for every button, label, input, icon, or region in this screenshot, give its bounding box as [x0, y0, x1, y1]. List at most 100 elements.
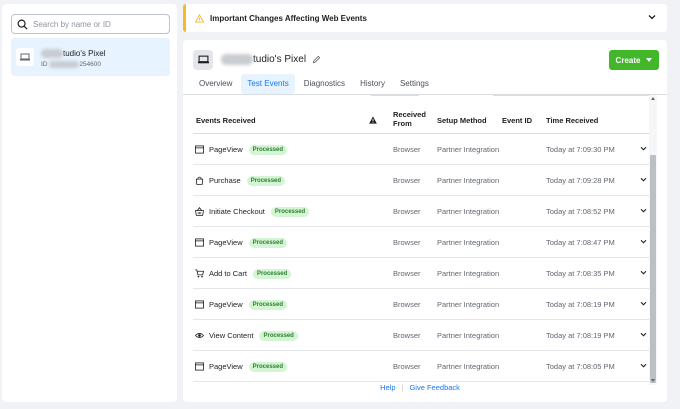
event-cell: PageView Processed: [195, 134, 287, 165]
time-received-cell: Today at 7:08:52 PM: [546, 207, 615, 216]
chevron-down-icon[interactable]: [640, 332, 647, 337]
status-badge: Processed: [248, 361, 287, 372]
tab-diagnostics[interactable]: Diagnostics: [298, 74, 351, 94]
pixel-icon: [16, 48, 34, 66]
status-badge: Processed: [259, 330, 298, 341]
event-cell: Purchase Processed: [195, 165, 286, 196]
pixel-list-panel: tudio's Pixel ID 254600: [2, 4, 177, 402]
cart-icon: [195, 269, 204, 278]
table-row[interactable]: View Content Processed Browser Partner I…: [193, 320, 651, 351]
time-received-cell: Today at 7:08:05 PM: [546, 362, 615, 371]
divider: [577, 95, 651, 96]
chevron-down-icon[interactable]: [648, 14, 656, 20]
event-name: PageView: [209, 145, 243, 154]
setup-method-cell: Partner Integration: [437, 331, 500, 340]
chevron-down-icon[interactable]: [640, 146, 647, 151]
pixel-icon: [193, 50, 213, 70]
tab-test-events[interactable]: Test Events: [241, 74, 295, 94]
event-name: View Content: [209, 331, 254, 340]
event-cell: View Content Processed: [195, 320, 298, 351]
events-table: Events Received Received From Setup Metho…: [193, 95, 651, 395]
time-received-cell: Today at 7:08:35 PM: [546, 269, 615, 278]
status-badge: Processed: [246, 175, 286, 186]
scroll-down-arrow[interactable]: [651, 379, 655, 382]
chevron-down-icon[interactable]: [640, 301, 647, 306]
time-received-cell: Today at 7:09:28 PM: [546, 176, 615, 185]
footer-separator: |: [401, 383, 404, 392]
chevron-down-icon[interactable]: [640, 363, 647, 368]
received-from-cell: Browser: [393, 331, 421, 340]
chevron-down-icon[interactable]: [640, 239, 647, 244]
page-title: tudio's Pixel: [221, 54, 321, 65]
table-row[interactable]: PageView Processed Browser Partner Integ…: [193, 289, 651, 320]
scrollbar-thumb[interactable]: [650, 155, 656, 383]
status-badge: Processed: [248, 237, 287, 248]
warning-icon: [195, 13, 204, 23]
bag-icon: [195, 176, 204, 185]
give-feedback-link[interactable]: Give Feedback: [409, 383, 459, 392]
column-event-id: Event ID: [502, 116, 533, 125]
time-received-cell: Today at 7:08:19 PM: [546, 331, 615, 340]
pixel-name: tudio's Pixel: [41, 49, 105, 59]
chevron-down-icon[interactable]: [640, 208, 647, 213]
tab-bar: Overview Test Events Diagnostics History…: [193, 74, 438, 94]
chevron-down-icon[interactable]: [640, 177, 647, 182]
redacted-text: [41, 49, 63, 59]
table-row[interactable]: Initiate Checkout Processed Browser Part…: [193, 196, 651, 227]
help-link[interactable]: Help: [380, 383, 395, 392]
status-badge: Processed: [270, 206, 310, 217]
status-badge: Processed: [248, 144, 287, 155]
setup-method-cell: Partner Integration: [437, 300, 500, 309]
warning-filled-icon: [369, 116, 377, 124]
tab-overview[interactable]: Overview: [193, 74, 238, 94]
setup-method-cell: Partner Integration: [437, 269, 500, 278]
table-row[interactable]: PageView Processed Browser Partner Integ…: [193, 351, 651, 382]
column-events-received: Events Received: [196, 116, 256, 125]
search-icon: [17, 19, 28, 30]
received-from-cell: Browser: [393, 238, 421, 247]
column-time-received: Time Received: [546, 116, 599, 125]
table-row[interactable]: PageView Processed Browser Partner Integ…: [193, 227, 651, 258]
pixel-details-panel: tudio's Pixel Create Overview Test Event…: [183, 40, 667, 402]
event-cell: PageView Processed: [195, 227, 287, 258]
page-icon: [195, 362, 204, 371]
event-cell: PageView Processed: [195, 351, 287, 382]
search-input[interactable]: [33, 19, 163, 29]
setup-method-cell: Partner Integration: [437, 362, 500, 371]
tab-settings[interactable]: Settings: [394, 74, 435, 94]
setup-method-cell: Partner Integration: [437, 145, 500, 154]
table-row[interactable]: Add to Cart Processed Browser Partner In…: [193, 258, 651, 289]
event-name: Add to Cart: [209, 269, 247, 278]
tab-history[interactable]: History: [354, 74, 391, 94]
chevron-down-icon[interactable]: [640, 270, 647, 275]
pixel-list-item[interactable]: tudio's Pixel ID 254600: [11, 38, 170, 76]
search-box[interactable]: [11, 14, 170, 34]
event-name: PageView: [209, 362, 243, 371]
received-from-cell: Browser: [393, 145, 421, 154]
scroll-up-arrow[interactable]: [651, 97, 655, 100]
scrollbar[interactable]: [649, 95, 657, 385]
time-received-cell: Today at 7:08:47 PM: [546, 238, 615, 247]
event-name: PageView: [209, 238, 243, 247]
alert-text: Important Changes Affecting Web Events: [210, 13, 367, 23]
edit-icon[interactable]: [312, 55, 321, 64]
table-row[interactable]: PageView Processed Browser Partner Integ…: [193, 134, 651, 165]
received-from-cell: Browser: [393, 207, 421, 216]
alert-bar[interactable]: Important Changes Affecting Web Events: [183, 4, 667, 32]
table-header: Events Received Received From Setup Metho…: [193, 107, 651, 134]
basket-icon: [195, 207, 204, 216]
setup-method-cell: Partner Integration: [437, 176, 500, 185]
table-row[interactable]: Purchase Processed Browser Partner Integ…: [193, 165, 651, 196]
redacted-text: [49, 61, 80, 68]
received-from-cell: Browser: [393, 176, 421, 185]
time-received-cell: Today at 7:08:19 PM: [546, 300, 615, 309]
page-icon: [195, 145, 204, 154]
eye-icon: [195, 333, 204, 338]
pixel-id: ID 254600: [41, 61, 102, 69]
status-badge: Processed: [248, 299, 287, 310]
redacted-text: [221, 54, 253, 65]
column-received-from: Received From: [393, 110, 426, 128]
event-name: Initiate Checkout: [209, 207, 265, 216]
status-badge: Processed: [252, 268, 292, 279]
create-button[interactable]: Create: [609, 50, 659, 70]
